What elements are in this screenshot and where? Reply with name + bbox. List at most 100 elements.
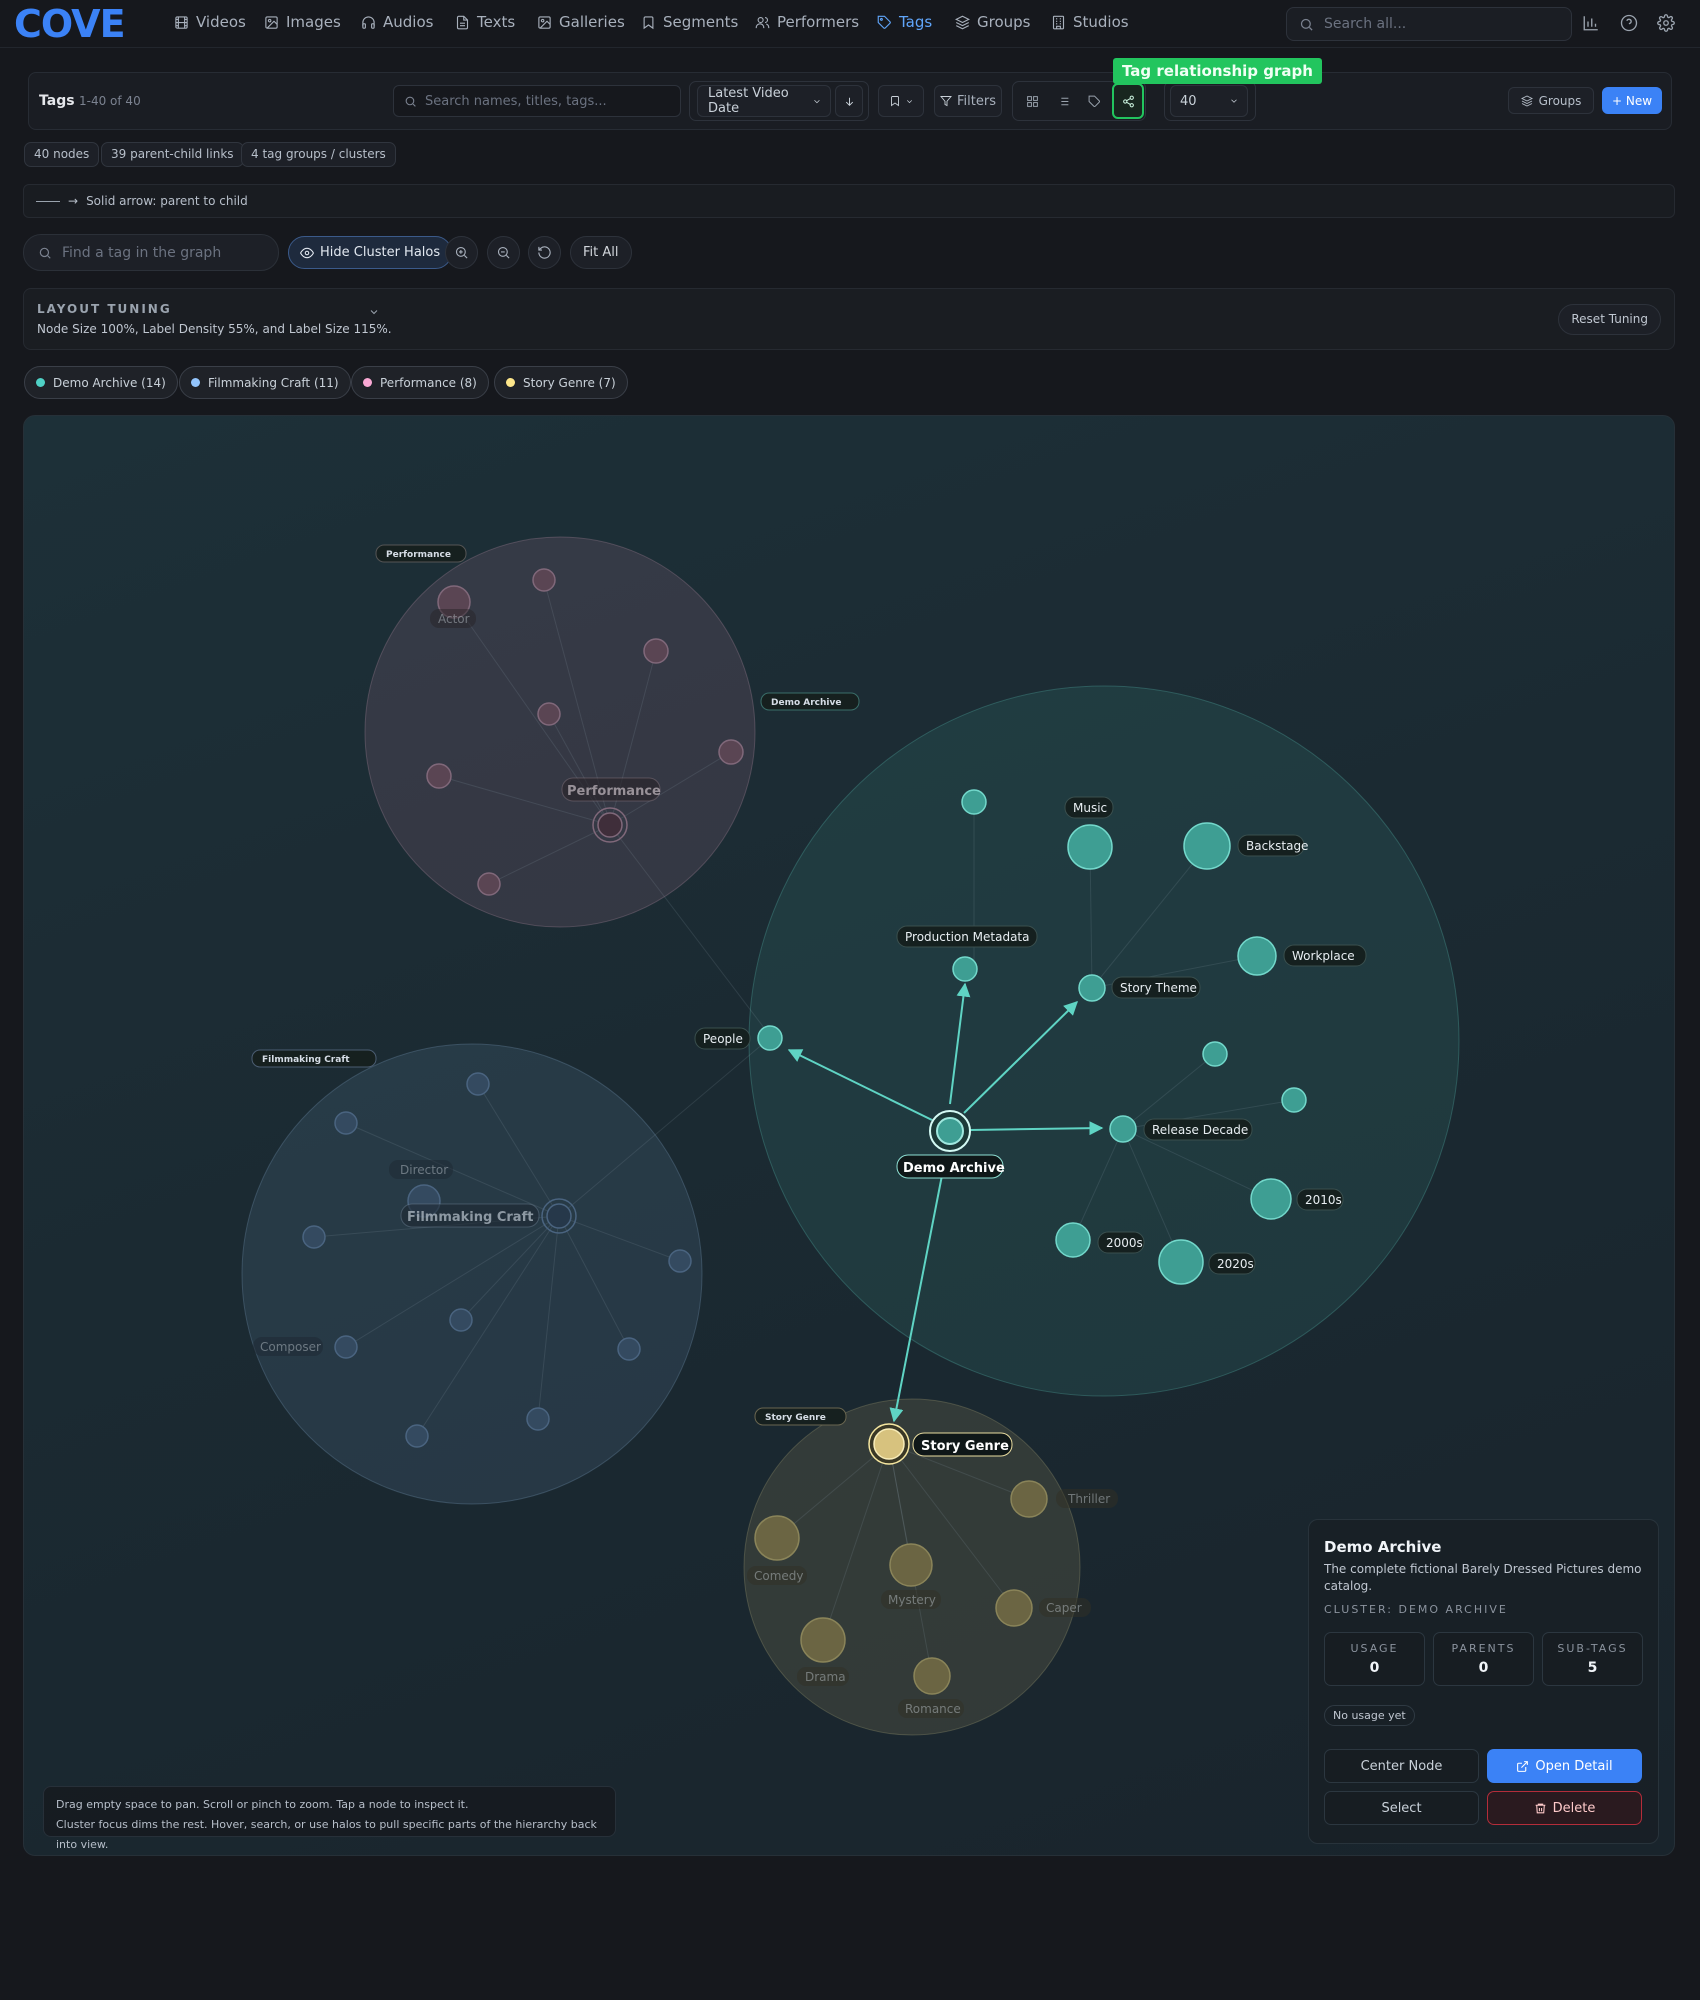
nav-images[interactable]: Images [264, 13, 341, 31]
graph-search-input[interactable]: Find a tag in the graph [23, 234, 279, 271]
delete-button[interactable]: Delete [1487, 1791, 1642, 1825]
halo-label-performance: Performance [375, 544, 467, 563]
graph-canvas[interactable]: Performance Demo Archive Filmmaking Craf… [23, 415, 1675, 1856]
cluster-chip-performance[interactable]: Performance (8) [351, 366, 489, 399]
global-search-input[interactable]: Search all... [1286, 7, 1572, 41]
open-detail-button[interactable]: Open Detail [1487, 1749, 1642, 1783]
new-tag-button[interactable]: + New [1602, 87, 1662, 114]
sort-select[interactable]: Latest Video Date [697, 85, 831, 117]
arrow-right-glyph: → [68, 194, 79, 208]
nav-texts[interactable]: Texts [455, 13, 515, 31]
nav-galleries[interactable]: Galleries [537, 13, 625, 31]
graph-view-tooltip: Tag relationship graph [1113, 58, 1322, 84]
saved-filters-button[interactable] [878, 85, 924, 117]
gallery-icon [538, 15, 551, 29]
cluster-color-dot [191, 378, 200, 387]
label-mystery: Mystery [888, 1593, 936, 1607]
film-icon [175, 15, 188, 29]
label-romance: Romance [905, 1702, 961, 1716]
cluster-chip-filmmaking-craft[interactable]: Filmmaking Craft (11) [179, 366, 351, 399]
graph-legend: → Solid arrow: parent to child [23, 184, 1675, 218]
reset-view-button[interactable] [528, 236, 561, 269]
chevron-down-icon[interactable] [368, 303, 380, 315]
nav-segments[interactable]: Segments [641, 13, 738, 31]
help-button[interactable] [1620, 14, 1640, 34]
center-node-button[interactable]: Center Node [1324, 1749, 1479, 1783]
cluster-color-dot [506, 378, 515, 387]
label-actor: Actor [438, 612, 470, 626]
halo-label-demo-archive: Demo Archive [760, 692, 860, 711]
label-drama: Drama [805, 1670, 846, 1684]
nav-audios[interactable]: Audios [361, 13, 433, 31]
stats-button[interactable] [1582, 14, 1602, 34]
label-workplace: Workplace [1292, 949, 1355, 963]
label-story-theme: Story Theme [1120, 981, 1197, 995]
app-logo[interactable]: COVE [14, 4, 126, 44]
stat-value: 0 [1369, 1660, 1380, 1676]
cluster-chip-demo-archive[interactable]: Demo Archive (14) [24, 366, 178, 399]
rotate-ccw-icon [538, 246, 551, 259]
tag-detail-panel: Demo Archive The complete fictional Bare… [1308, 1519, 1659, 1844]
stat-usage: USAGE 0 [1324, 1632, 1425, 1686]
external-link-icon [1517, 1760, 1529, 1772]
halo-label-story-genre: Story Genre [754, 1407, 847, 1426]
sort-direction-button[interactable] [835, 85, 863, 117]
label-2010s: 2010s [1305, 1193, 1342, 1207]
halo-performance[interactable] [364, 536, 756, 928]
nav-studios[interactable]: Studios [1051, 13, 1129, 31]
halo-label-text: Filmmaking Craft [262, 1055, 350, 1065]
nav-tags-label: Tags [899, 13, 933, 31]
bar-chart-icon [1583, 16, 1598, 31]
graph-hint: Drag empty space to pan. Scroll or pinch… [43, 1786, 616, 1851]
select-button[interactable]: Select [1324, 1791, 1479, 1825]
label-story-genre: Story Genre [921, 1439, 1009, 1454]
node-demo-archive-selected[interactable] [929, 1110, 971, 1152]
nav-performers[interactable]: Performers [755, 13, 859, 31]
tag-view-button[interactable] [1080, 85, 1108, 117]
halo-filmmaking-craft[interactable] [241, 1043, 703, 1505]
list-icon [1058, 97, 1068, 105]
cluster-chip-story-genre[interactable]: Story Genre (7) [494, 366, 628, 399]
reset-tuning-button[interactable]: Reset Tuning [1558, 304, 1661, 335]
list-toolbar: Tags 1-40 of 40 Search names, titles, ta… [28, 72, 1672, 130]
halo-demo-archive[interactable] [748, 685, 1460, 1397]
settings-button[interactable] [1657, 14, 1677, 34]
node-story-genre[interactable] [868, 1423, 910, 1465]
clusters-count-chip: 4 tag groups / clusters [241, 142, 396, 167]
stat-value: 5 [1587, 1660, 1598, 1676]
label-composer: Composer [260, 1340, 321, 1354]
arrow-down-icon [845, 97, 853, 106]
groups-button[interactable]: Groups [1508, 87, 1594, 114]
label-production-metadata: Production Metadata [905, 930, 1029, 944]
nav-groups[interactable]: Groups [955, 13, 1030, 31]
nav-videos[interactable]: Videos [174, 13, 246, 31]
nodes-count-chip: 40 nodes [24, 142, 100, 167]
label-backstage: Backstage [1246, 839, 1308, 853]
hide-halos-button[interactable]: Hide Cluster Halos [288, 236, 453, 269]
nav-tags[interactable]: Tags [877, 13, 932, 31]
select-label: Select [1381, 1800, 1422, 1816]
fit-all-button[interactable]: Fit All [570, 236, 632, 269]
label-caper: Caper [1046, 1601, 1082, 1615]
tag-icon [877, 15, 891, 29]
result-count: 1-40 of 40 [79, 94, 141, 108]
tag-search-input[interactable]: Search names, titles, tags... [393, 85, 681, 117]
zoom-out-button[interactable] [487, 236, 520, 269]
graph-view-button[interactable] [1112, 83, 1144, 119]
building-icon [1052, 15, 1065, 29]
per-page-value: 40 [1180, 93, 1197, 109]
filters-button[interactable]: Filters [934, 85, 1002, 117]
per-page-select[interactable]: 40 [1170, 85, 1248, 117]
stat-label: USAGE [1350, 1642, 1399, 1655]
stat-sub-tags: SUB-TAGS 5 [1542, 1632, 1643, 1686]
chevron-down-icon [814, 99, 820, 103]
detail-cluster: CLUSTER: DEMO ARCHIVE [1324, 1603, 1508, 1616]
cluster-color-dot [363, 378, 372, 387]
list-view-button[interactable] [1049, 85, 1077, 117]
links-count-chip: 39 parent-child links [101, 142, 244, 167]
open-detail-label: Open Detail [1535, 1758, 1613, 1774]
hint-line-1: Drag empty space to pan. Scroll or pinch… [56, 1798, 469, 1811]
grid-view-button[interactable] [1018, 85, 1046, 117]
nav-segments-label: Segments [663, 13, 739, 31]
zoom-in-button[interactable] [445, 236, 478, 269]
